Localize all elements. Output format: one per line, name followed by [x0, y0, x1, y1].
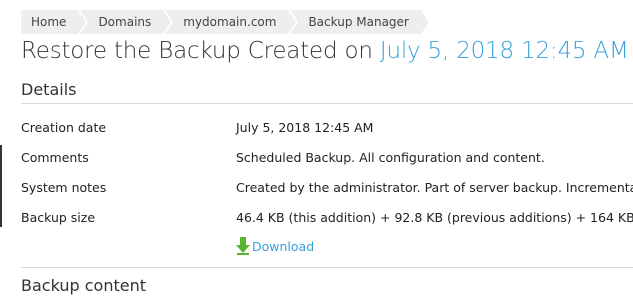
breadcrumb-home[interactable]: Home — [21, 10, 89, 34]
detail-value: Created by the administrator. Part of se… — [236, 180, 633, 195]
page-title-date: July 5, 2018 12:45 AM — [379, 38, 629, 64]
breadcrumb: Home Domains mydomain.com Backup Manager — [21, 10, 432, 34]
breadcrumb-backup-manager[interactable]: Backup Manager — [290, 10, 432, 34]
page: Home Domains mydomain.com Backup Manager… — [0, 0, 633, 302]
section-details-divider — [21, 103, 633, 104]
left-edge-divider — [0, 145, 2, 227]
download-arrow-icon — [236, 237, 250, 255]
download-link[interactable]: Download — [236, 237, 314, 255]
detail-row-comments: Comments Scheduled Backup. All configura… — [21, 150, 633, 170]
detail-value: 46.4 KB (this addition) + 92.8 KB (previ… — [236, 210, 633, 225]
section-backup-content-divider — [21, 267, 633, 268]
section-details-header: Details — [21, 80, 77, 99]
page-title-prefix: Restore the Backup Created on — [21, 38, 373, 64]
section-backup-content-header: Backup content — [21, 276, 146, 295]
detail-label: System notes — [21, 180, 107, 195]
detail-value: July 5, 2018 12:45 AM — [236, 120, 374, 135]
download-label: Download — [252, 238, 315, 254]
detail-value: Scheduled Backup. All configuration and … — [236, 150, 545, 165]
detail-label: Backup size — [21, 210, 96, 225]
page-title: Restore the Backup Created on July 5, 20… — [21, 38, 629, 64]
detail-label: Creation date — [21, 120, 107, 135]
breadcrumb-domain[interactable]: mydomain.com — [165, 10, 299, 34]
detail-label: Comments — [21, 150, 89, 165]
detail-row-backup-size: Backup size 46.4 KB (this addition) + 92… — [21, 210, 633, 230]
detail-row-creation-date: Creation date July 5, 2018 12:45 AM — [21, 120, 633, 140]
detail-row-system-notes: System notes Created by the administrato… — [21, 180, 633, 200]
breadcrumb-domains[interactable]: Domains — [80, 10, 174, 34]
